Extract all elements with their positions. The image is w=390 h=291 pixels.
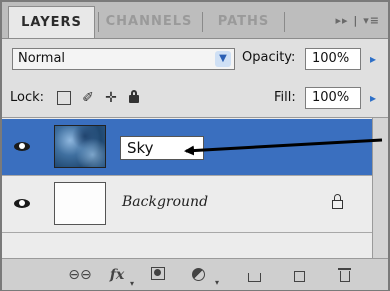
delete-layer-icon[interactable] [335,265,355,285]
layer-row-background[interactable]: Background [2,176,372,233]
opacity-label: Opacity: [242,50,296,65]
new-group-icon[interactable] [244,265,264,285]
layers-scrollbar[interactable] [372,118,388,258]
link-layers-icon[interactable]: ⊖⊖ [66,265,94,285]
panel-tab-bar: LAYERS CHANNELS PATHS ▸▸ | ▾≡ [2,2,388,39]
tab-divider [202,12,203,32]
lock-position-icon[interactable]: ✛ [103,90,119,106]
panel-bottom-toolbar: ⊖⊖ fx ▾ ▾ [2,258,388,290]
fill-label: Fill: [274,90,296,105]
lock-transparent-pixels-icon[interactable] [56,90,72,106]
blend-row: Normal ▼ Opacity: 100% ▸ [2,39,388,79]
lock-row: Lock: ✐ ✛ Fill: 100% ▸ [2,79,388,118]
lock-icon [331,194,345,210]
fill-input[interactable]: 100% [305,87,361,109]
layer-thumbnail-sky[interactable] [54,125,106,168]
visibility-eye-icon[interactable] [10,137,36,157]
tab-layers[interactable]: LAYERS [8,6,95,38]
chevron-down-icon: ▼ [215,51,231,67]
layer-name-label[interactable]: Background [122,194,208,210]
layers-list: Sky Background [2,118,372,258]
panel-menu-icon[interactable]: ▸▸ | ▾≡ [336,14,380,27]
layer-thumbnail-background[interactable] [54,182,106,225]
lock-label: Lock: [10,90,45,105]
lock-image-pixels-icon[interactable]: ✐ [80,90,96,106]
opacity-slider-arrow-icon[interactable]: ▸ [364,48,382,70]
layer-row-sky[interactable]: Sky [2,119,372,176]
layer-name-input[interactable]: Sky [120,136,204,160]
lock-all-icon[interactable] [126,90,142,106]
fill-slider-arrow-icon[interactable]: ▸ [364,87,382,109]
tab-channels[interactable]: CHANNELS [98,6,200,38]
blend-mode-select[interactable]: Normal ▼ [12,48,235,70]
blend-mode-value: Normal [18,51,66,66]
new-layer-icon[interactable] [289,265,309,285]
visibility-eye-icon[interactable] [10,194,36,214]
layers-panel: LAYERS CHANNELS PATHS ▸▸ | ▾≡ Normal ▼ O… [0,0,390,291]
tab-paths[interactable]: PATHS [207,6,280,38]
opacity-input[interactable]: 100% [305,48,361,70]
adjustment-layer-icon[interactable]: ▾ [188,265,219,287]
tab-divider [284,12,285,32]
fx-icon[interactable]: fx ▾ [103,265,134,287]
add-mask-icon[interactable] [148,265,168,285]
